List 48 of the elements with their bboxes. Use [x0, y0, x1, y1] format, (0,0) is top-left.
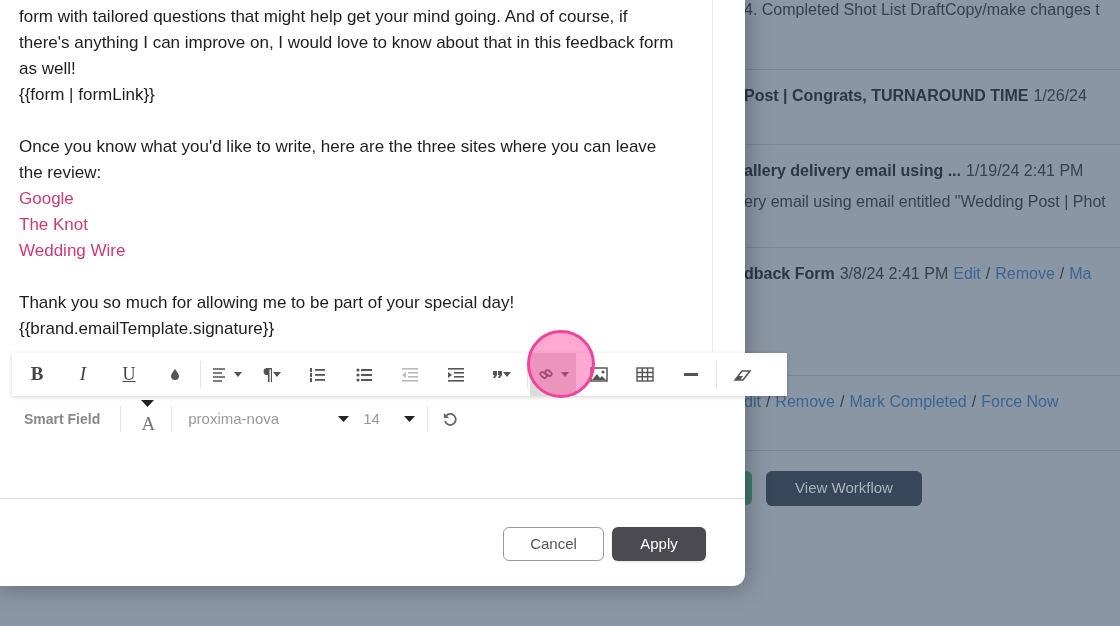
view-workflow-button[interactable]: View Workflow	[766, 471, 922, 506]
item-text: 4. Completed Shot List DraftCopy/make changes t	[744, 0, 1100, 20]
caret-icon	[404, 416, 416, 422]
image-button[interactable]	[576, 353, 622, 396]
item-title: allery delivery email using ...	[744, 161, 961, 181]
font-family-select[interactable]: proxima-nova	[176, 407, 362, 431]
horizontal-rule-button[interactable]	[668, 353, 714, 396]
item-title: dback Form	[744, 264, 835, 284]
item-title: Post | Congrats, TURNAROUND TIME	[744, 86, 1029, 106]
caret-icon	[503, 372, 511, 377]
item-text: 3/8/24 2:41 PM	[839, 264, 949, 284]
review-link[interactable]: Wedding Wire	[19, 238, 126, 264]
clear-format-button[interactable]	[719, 353, 765, 396]
quote-icon	[493, 371, 502, 378]
review-link[interactable]: The Knot	[19, 212, 88, 238]
quote-button[interactable]	[479, 353, 525, 396]
body-text: Thank you so much for allowing me to be part of your special day!	[19, 292, 516, 314]
item-text: 1/19/24 2:41 PM	[966, 161, 1084, 181]
italic-button[interactable]: I	[60, 353, 106, 396]
smart-field-button[interactable]: Smart Field	[12, 408, 113, 430]
item-text: ery email using email entitled "Wedding Post | Phot	[744, 192, 1106, 212]
caret-icon	[560, 372, 569, 377]
item-text: 1/26/24	[1033, 86, 1087, 106]
body-text: form with tailored questions that might help get your mind going. And of course, if there's anything I can improve on, I would love to know about that in this feedback form as well!	[19, 6, 675, 80]
body-text: Once you know what you'd like to write, here are the three sites where you can leave the review:	[19, 136, 658, 184]
caret-icon	[273, 372, 282, 377]
underline-button[interactable]: U	[106, 353, 152, 396]
separator-text: /	[1059, 264, 1065, 284]
font-size-select[interactable]: 14	[361, 407, 426, 431]
separator-text: /	[839, 392, 845, 412]
align-button[interactable]	[203, 353, 249, 396]
caret-icon	[141, 400, 155, 407]
link-button[interactable]	[530, 353, 576, 396]
caret-icon	[233, 372, 242, 377]
apply-button[interactable]: Apply	[612, 527, 706, 561]
paragraph-icon	[262, 367, 273, 382]
drop-icon	[171, 369, 179, 380]
text-color-button[interactable]	[152, 353, 198, 396]
separator-text: /	[971, 392, 977, 412]
caret-icon	[338, 416, 350, 422]
font-color-button[interactable]: A	[129, 403, 168, 435]
body-text: {{brand.emailTemplate.signature}}	[19, 318, 276, 340]
bold-button[interactable]: B	[14, 353, 60, 396]
cancel-button[interactable]: Cancel	[503, 527, 604, 561]
review-link[interactable]: Google	[19, 186, 74, 212]
body-text: {{form | formLink}}	[19, 84, 156, 106]
undo-icon	[442, 411, 459, 427]
separator-text: /	[985, 264, 991, 284]
